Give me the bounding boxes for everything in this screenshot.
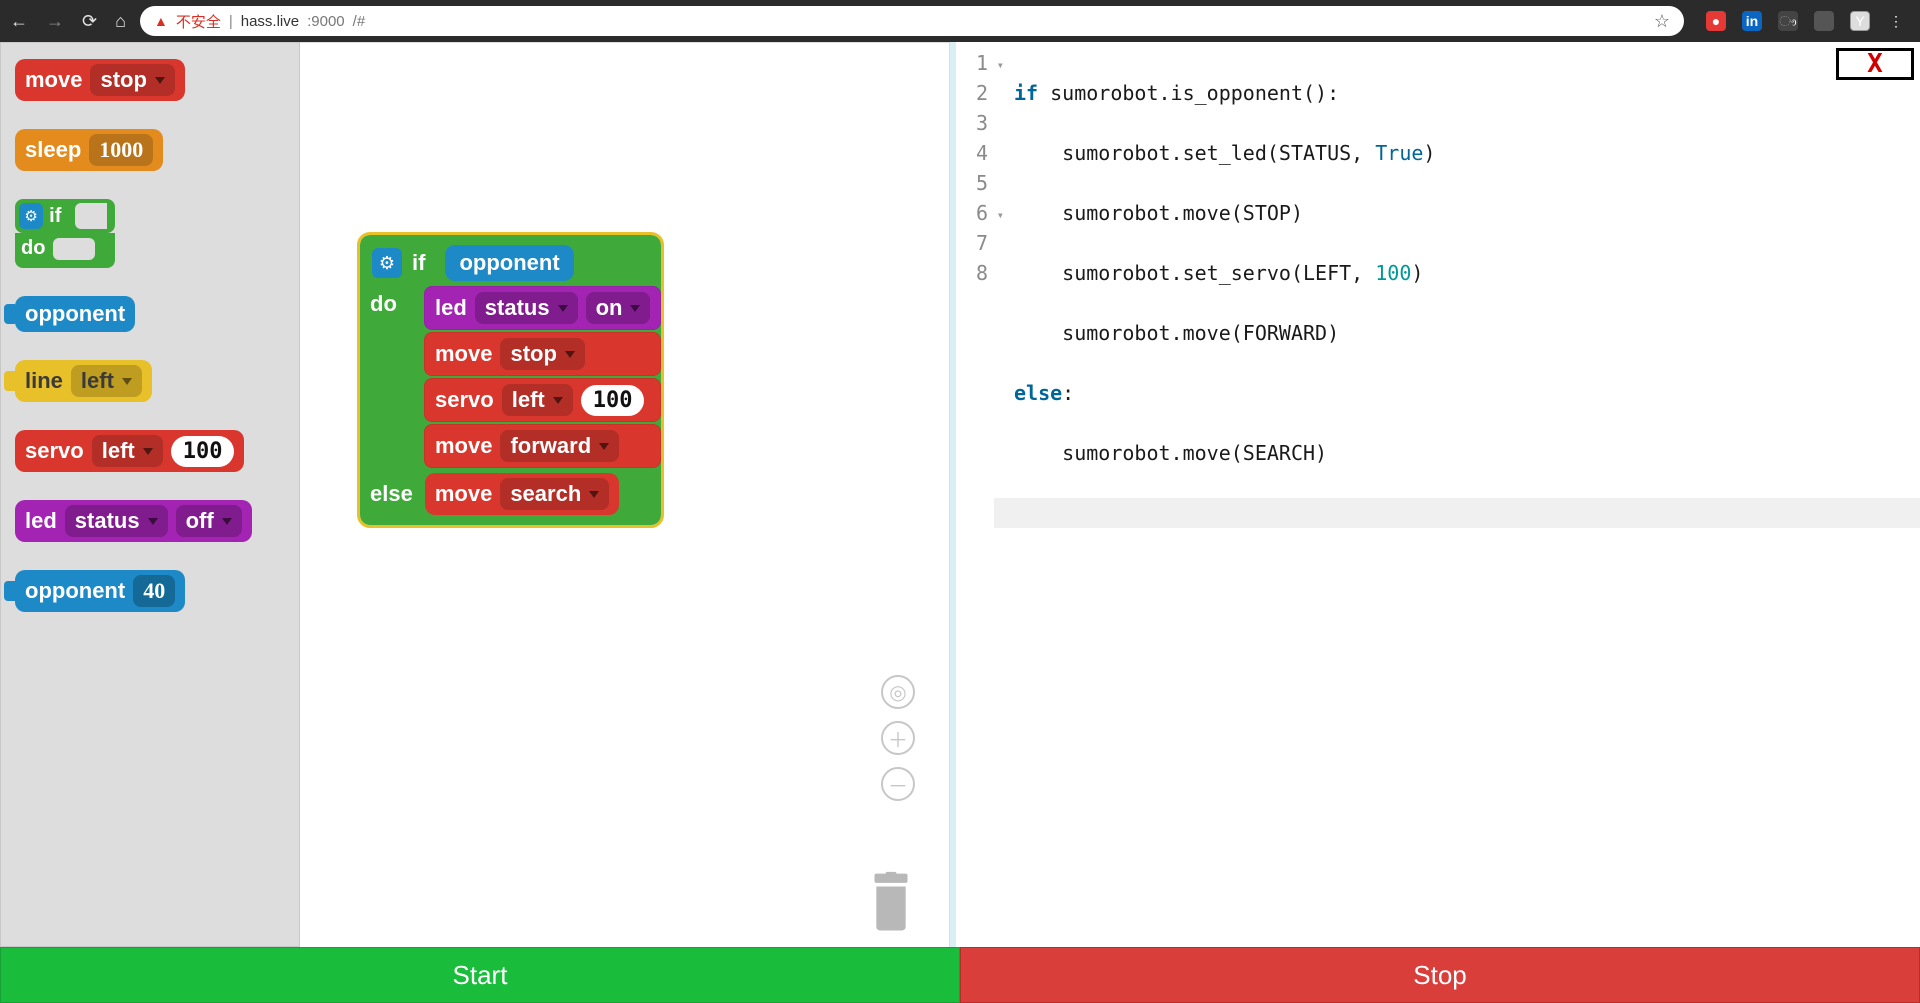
trash-icon[interactable] xyxy=(869,871,913,940)
url-hash: /# xyxy=(353,13,366,30)
close-button[interactable]: X xyxy=(1836,48,1914,80)
line-number: 8 xyxy=(956,258,988,288)
zoom-in-icon[interactable]: ＋ xyxy=(881,721,915,755)
line-label: line xyxy=(25,368,63,394)
line-value-dropdown[interactable]: left xyxy=(71,365,142,397)
bookmark-star-icon[interactable]: ☆ xyxy=(1654,11,1670,32)
servo-value-input[interactable]: 100 xyxy=(581,385,645,416)
move-value-dropdown[interactable]: search xyxy=(500,478,609,510)
do-label: do xyxy=(21,237,45,260)
canvas-controls: ◎ ＋ － xyxy=(881,675,915,801)
toolbox-led-block[interactable]: led status off xyxy=(15,500,252,542)
back-icon[interactable]: ← xyxy=(10,11,28,32)
recenter-icon[interactable]: ◎ xyxy=(881,675,915,709)
do-label: do xyxy=(368,285,424,317)
do-stack: led status on move stop servo left xyxy=(424,285,661,469)
code-gutter: 1 2 3 4 5 6 7 8 xyxy=(956,42,994,947)
toolbox-sleep-block[interactable]: sleep 1000 xyxy=(15,129,163,171)
code-pane: X 1 2 3 4 5 6 7 8 if sumorobot.is_oppone… xyxy=(950,42,1920,947)
forward-icon[interactable]: → xyxy=(46,11,64,32)
toolbox-opponent-block[interactable]: opponent xyxy=(15,296,135,332)
start-button[interactable]: Start xyxy=(0,947,960,1003)
opponent-distance-label: opponent xyxy=(25,578,125,604)
zoom-out-icon[interactable]: － xyxy=(881,767,915,801)
condition-opponent-block[interactable]: opponent xyxy=(445,245,573,281)
move-search-block[interactable]: move search xyxy=(425,473,619,515)
toolbar-divider xyxy=(1814,11,1834,31)
else-label: else xyxy=(370,481,413,507)
url-host: hass.live xyxy=(241,13,299,30)
browser-menu-icon[interactable]: ⋮ xyxy=(1886,11,1906,31)
servo-value-input[interactable]: 100 xyxy=(171,436,235,467)
canvas-if-block[interactable]: ⚙ if opponent do led status on xyxy=(360,235,661,525)
led-label: led xyxy=(25,508,57,534)
opponent-distance-value[interactable]: 40 xyxy=(133,575,175,607)
move-value-dropdown[interactable]: stop xyxy=(500,338,584,370)
line-number: 4 xyxy=(956,138,988,168)
gear-icon[interactable]: ⚙ xyxy=(372,248,402,278)
url-divider: | xyxy=(229,13,233,30)
not-secure-label: 不安全 xyxy=(176,11,221,32)
gear-icon[interactable]: ⚙ xyxy=(19,203,43,229)
move-label: move xyxy=(25,67,82,93)
url-port: :9000 xyxy=(307,13,345,30)
if-label: if xyxy=(49,205,61,228)
extension-3-icon[interactable]: ෟ xyxy=(1778,11,1798,31)
extension-linkedin-icon[interactable]: in xyxy=(1742,11,1762,31)
toolbox-opponent-distance-block[interactable]: opponent 40 xyxy=(15,570,185,612)
reload-icon[interactable]: ⟳ xyxy=(82,11,97,32)
address-bar[interactable]: ▲ 不安全 | hass.live :9000 /# ☆ xyxy=(140,6,1684,36)
led-block[interactable]: led status on xyxy=(424,286,661,330)
block-canvas[interactable]: ⚙ if opponent do led status on xyxy=(300,42,950,947)
move-value-dropdown[interactable]: forward xyxy=(500,430,619,462)
toolbox-line-block[interactable]: line left xyxy=(15,360,152,402)
move-forward-block[interactable]: move forward xyxy=(424,424,661,468)
home-icon[interactable]: ⌂ xyxy=(115,11,126,32)
servo-block[interactable]: servo left 100 xyxy=(424,378,661,422)
led-state-dropdown[interactable]: off xyxy=(176,505,242,537)
profile-avatar[interactable]: Y xyxy=(1850,11,1870,31)
line-number: 5 xyxy=(956,168,988,198)
servo-side-dropdown[interactable]: left xyxy=(92,435,163,467)
sleep-label: sleep xyxy=(25,137,81,163)
line-number: 7 xyxy=(956,228,988,258)
led-state-dropdown[interactable]: on xyxy=(586,292,651,324)
line-number: 3 xyxy=(956,108,988,138)
line-number: 2 xyxy=(956,78,988,108)
opponent-label: opponent xyxy=(459,250,559,275)
servo-label: servo xyxy=(25,438,84,464)
move-value-dropdown[interactable]: stop xyxy=(90,64,174,96)
led-target-dropdown[interactable]: status xyxy=(65,505,168,537)
led-target-dropdown[interactable]: status xyxy=(475,292,578,324)
toolbox-if-block[interactable]: ⚙ if do xyxy=(15,199,115,268)
line-number: 1 xyxy=(956,48,988,78)
toolbox-move-block[interactable]: move stop xyxy=(15,59,185,101)
opponent-label: opponent xyxy=(25,301,125,327)
code-body[interactable]: if sumorobot.is_opponent(): sumorobot.se… xyxy=(994,42,1920,947)
servo-side-dropdown[interactable]: left xyxy=(502,384,573,416)
extension-1-icon[interactable]: ● xyxy=(1706,11,1726,31)
sleep-value[interactable]: 1000 xyxy=(89,134,153,166)
stop-button[interactable]: Stop xyxy=(960,947,1920,1003)
browser-toolbar: ← → ⟳ ⌂ ▲ 不安全 | hass.live:9000/# ☆ ● in … xyxy=(0,0,1920,42)
block-toolbox: move stop sleep 1000 ⚙ if do oppone xyxy=(0,42,300,947)
if-label: if xyxy=(412,250,425,276)
line-number: 6 xyxy=(956,198,988,228)
toolbox-servo-block[interactable]: servo left 100 xyxy=(15,430,244,472)
footer: Start Stop xyxy=(0,947,1920,1003)
move-stop-block[interactable]: move stop xyxy=(424,332,661,376)
warning-icon: ▲ xyxy=(154,13,168,29)
